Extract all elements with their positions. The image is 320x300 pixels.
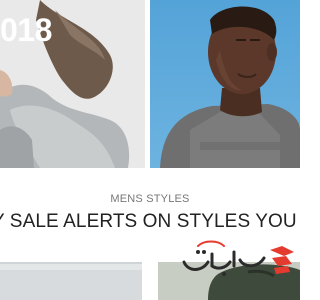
hero-year-text: 018 xyxy=(0,12,52,48)
hero-right-banner[interactable] xyxy=(150,0,300,168)
persian-logo-watermark xyxy=(178,238,296,276)
page: 018 MENS STYLES Y SALE ALERTS ON STYLES … xyxy=(0,0,300,300)
section-tagline: Y SALE ALERTS ON STYLES YOU L xyxy=(0,211,300,232)
section-heading: MENS STYLES xyxy=(110,193,190,205)
hero-left-banner[interactable]: 018 xyxy=(0,0,145,168)
product-photo-left xyxy=(0,264,142,300)
man-grey-tshirt-photo xyxy=(150,0,300,168)
product-card-left[interactable] xyxy=(0,262,142,300)
